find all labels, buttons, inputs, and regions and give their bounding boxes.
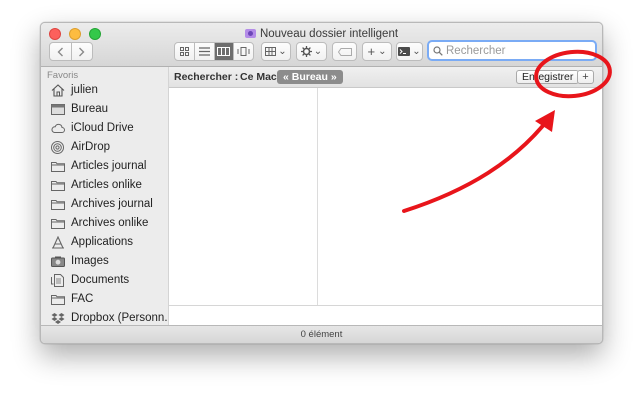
sidebar-item-label: AirDrop xyxy=(71,141,110,153)
search-input[interactable] xyxy=(446,44,576,57)
sidebar-item-label: Applications xyxy=(71,236,134,248)
column-divider[interactable] xyxy=(317,88,318,305)
folder-icon xyxy=(50,217,65,230)
path-bar xyxy=(169,305,602,326)
dropbox-icon xyxy=(50,312,65,325)
sidebar-item-icloud-drive[interactable]: iCloud Drive xyxy=(50,119,134,137)
back-button[interactable] xyxy=(50,43,71,60)
chevron-down-icon: ⌄ xyxy=(378,46,387,57)
chevron-down-icon: ⌄ xyxy=(412,46,421,57)
terminal-button[interactable]: ⌄ xyxy=(396,42,423,61)
sidebar-item-airdrop[interactable]: AirDrop xyxy=(50,138,110,156)
applications-icon xyxy=(50,235,65,249)
finder-window: Nouveau dossier intelligent ⌄ ⌄ + ⌄ ⌄ Re… xyxy=(40,22,603,344)
status-bar: 0 élément xyxy=(41,325,602,343)
save-search-button[interactable]: Enregistrer xyxy=(516,70,580,84)
terminal-icon xyxy=(398,47,411,56)
sidebar-item-label: FAC xyxy=(71,293,94,305)
scope-bureau-selected[interactable]: « Bureau » xyxy=(277,70,343,84)
sidebar-section-header: Favoris xyxy=(47,70,79,81)
window-title: Nouveau dossier intelligent xyxy=(259,28,399,40)
documents-icon xyxy=(50,273,65,287)
add-criteria-button[interactable]: + xyxy=(577,70,594,84)
folder-icon xyxy=(50,160,65,173)
sidebar-item-bureau[interactable]: Bureau xyxy=(50,100,108,118)
sidebar-item-archives-onlike[interactable]: Archives onlike xyxy=(50,214,148,232)
cover-flow-button[interactable] xyxy=(234,43,253,60)
sidebar-item-articles-journal[interactable]: Articles journal xyxy=(50,157,146,175)
sidebar-item-articles-onlike[interactable]: Articles onlike xyxy=(50,176,142,194)
column-view-button[interactable] xyxy=(214,43,234,60)
sidebar-item-label: Archives onlike xyxy=(71,217,149,229)
sidebar-item-dropbox[interactable]: Dropbox (Personn... xyxy=(50,309,169,325)
sidebar-item-label: Images xyxy=(71,255,109,267)
sidebar-item-archives-journal[interactable]: Archives journal xyxy=(50,195,153,213)
icon-view-button[interactable] xyxy=(175,43,194,60)
chevron-down-icon: ⌄ xyxy=(313,46,323,57)
scope-this-mac[interactable]: Ce Mac xyxy=(240,71,277,83)
cover-flow-icon xyxy=(237,47,250,56)
desktop-icon xyxy=(50,103,65,116)
tag-icon xyxy=(337,47,352,56)
sidebar-item-label: Bureau xyxy=(71,103,109,115)
sidebar-item-label: julien xyxy=(71,84,98,96)
sidebar-item-label: Dropbox (Personn... xyxy=(71,312,169,324)
sidebar-item-label: iCloud Drive xyxy=(71,122,134,134)
chevron-right-icon xyxy=(79,47,85,56)
results-column-view[interactable] xyxy=(169,88,602,305)
view-mode-control xyxy=(174,42,254,61)
smart-folder-icon xyxy=(244,29,256,38)
column-view-icon xyxy=(217,47,231,56)
action-button[interactable]: ⌄ xyxy=(296,42,327,61)
gear-icon xyxy=(300,46,312,57)
sidebar-item-images[interactable]: Images xyxy=(50,252,109,270)
sidebar: Favoris julien Bureau iCloud Drive AirDr… xyxy=(41,67,169,325)
chevron-down-icon: ⌄ xyxy=(278,46,287,57)
search-field[interactable] xyxy=(427,40,597,61)
folder-icon xyxy=(50,293,65,306)
arrange-button[interactable]: ⌄ xyxy=(261,42,291,61)
folder-icon xyxy=(50,198,65,211)
grid-arrange-icon xyxy=(265,47,277,56)
sidebar-item-fac[interactable]: FAC xyxy=(50,290,93,308)
sidebar-item-applications[interactable]: Applications xyxy=(50,233,133,251)
cloud-icon xyxy=(50,122,65,135)
sidebar-item-label: Archives journal xyxy=(71,198,153,210)
sidebar-item-label: Articles onlike xyxy=(71,179,142,191)
icon-view-icon xyxy=(179,47,189,56)
list-view-button[interactable] xyxy=(195,43,214,60)
home-icon xyxy=(50,83,65,97)
toolbar: Nouveau dossier intelligent ⌄ ⌄ + ⌄ ⌄ Re… xyxy=(41,23,602,67)
new-item-button[interactable]: + ⌄ xyxy=(362,42,392,61)
search-icon xyxy=(433,45,443,56)
scope-label: Rechercher : xyxy=(174,71,239,83)
item-count: 0 élément xyxy=(300,329,343,340)
sidebar-item-julien[interactable]: julien xyxy=(50,81,98,99)
search-scope-bar: Rechercher : Ce Mac « Bureau » Enregistr… xyxy=(169,67,602,88)
list-view-icon xyxy=(198,47,210,56)
forward-button[interactable] xyxy=(72,43,93,60)
sidebar-item-documents[interactable]: Documents xyxy=(50,271,129,289)
plus-icon: + xyxy=(367,44,376,59)
navigation-buttons xyxy=(49,42,93,61)
airdrop-icon xyxy=(50,140,65,154)
folder-icon xyxy=(50,179,65,192)
chevron-left-icon xyxy=(57,47,63,56)
tag-button[interactable] xyxy=(332,42,357,61)
camera-icon xyxy=(50,255,65,268)
sidebar-item-label: Articles journal xyxy=(71,160,147,172)
sidebar-item-label: Documents xyxy=(71,274,130,286)
